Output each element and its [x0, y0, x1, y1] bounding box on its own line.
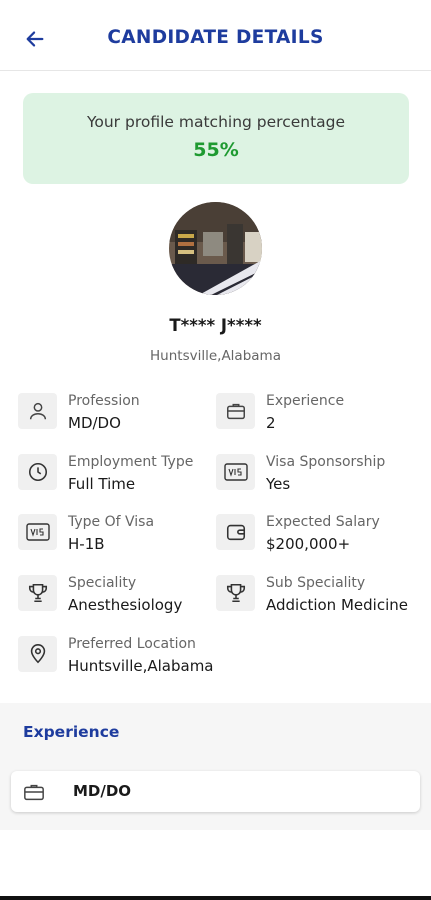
field-value: Yes: [266, 475, 291, 493]
field-value: MD/DO: [68, 414, 121, 432]
field-label: Speciality: [68, 575, 137, 591]
match-percentage-value: 55%: [193, 139, 239, 161]
trophy-icon: [216, 575, 255, 611]
experience-item[interactable]: MD/DO: [11, 771, 420, 812]
bottom-edge: [0, 896, 431, 900]
visa-card-icon: [18, 514, 57, 550]
briefcase-icon: [216, 393, 255, 429]
page-title: CANDIDATE DETAILS: [107, 27, 324, 48]
avatar: [169, 202, 262, 295]
field-label: Experience: [266, 393, 345, 409]
field-value: Full Time: [68, 475, 136, 493]
field-value: Huntsville,Alabama: [68, 657, 214, 675]
field-label: Type Of Visa: [68, 514, 155, 530]
candidate-name: T**** J****: [169, 316, 262, 335]
location-pin-icon: [18, 636, 57, 672]
trophy-icon: [18, 575, 57, 611]
field-label: Expected Salary: [266, 514, 380, 530]
field-value: Addiction Medicine: [266, 596, 408, 614]
candidate-location: Huntsville,Alabama: [150, 348, 281, 364]
field-value: H-1B: [68, 535, 105, 553]
experience-section: Experience MD/DO: [0, 703, 431, 830]
match-percentage-card: Your profile matching percentage 55%: [23, 93, 409, 184]
app-header: CANDIDATE DETAILS: [0, 0, 431, 71]
wallet-icon: [216, 514, 255, 550]
field-value: $200,000+: [266, 535, 351, 553]
match-percentage-label: Your profile matching percentage: [86, 113, 346, 131]
field-value: Anesthesiology: [68, 596, 183, 614]
briefcase-icon: [24, 784, 44, 801]
clock-icon: [18, 454, 57, 490]
visa-card-icon: [216, 454, 255, 490]
field-label: Preferred Location: [68, 636, 196, 652]
field-label: Profession: [68, 393, 140, 409]
experience-item-label: MD/DO: [73, 782, 132, 800]
field-label: Sub Speciality: [266, 575, 366, 591]
field-value: 2: [266, 414, 276, 432]
experience-section-title: Experience: [23, 723, 120, 741]
field-label: Visa Sponsorship: [266, 454, 386, 470]
field-label: Employment Type: [68, 454, 194, 470]
person-icon: [18, 393, 57, 429]
